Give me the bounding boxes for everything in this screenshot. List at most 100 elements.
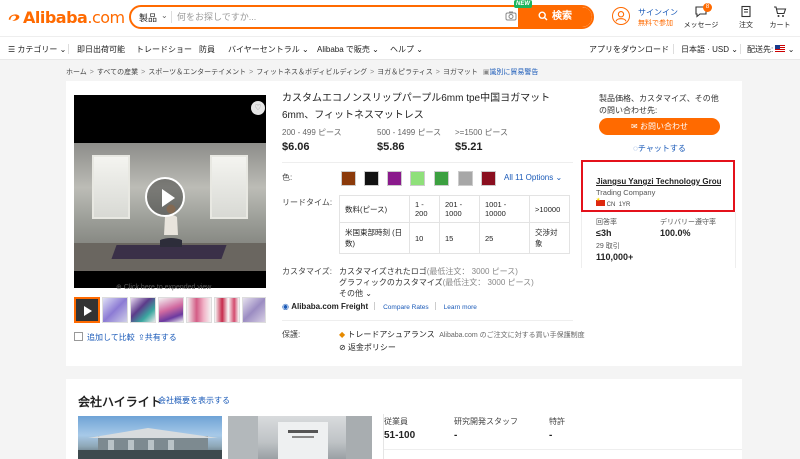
expand-view-link[interactable]: ⊕ Click here to expended view [116,283,211,291]
messages-label: メッセージ [683,22,719,29]
favorite-heart-icon[interactable]: ♡ [251,101,265,115]
signin-link[interactable]: サインイン [638,7,678,18]
nav-divider [673,44,674,54]
company-stat-value: 51-100 [384,430,416,441]
new-badge: NEW [514,0,532,8]
supplier-stat-label: 29 取引 [596,243,620,250]
table-cell: 1 - 200 [409,195,440,223]
play-button[interactable] [145,177,185,217]
breadcrumb-item[interactable]: スポーツ＆エンターテイメント [148,69,246,76]
company-photo-building[interactable] [78,416,222,459]
lobby-illustration [228,416,372,459]
share-link[interactable]: ⇪共有する [138,332,177,343]
nav-download-app[interactable]: アプリをダウンロード [589,44,669,55]
chevron-down-icon: ⌄ [555,173,563,182]
orders-label: 注文 [739,22,753,29]
trade-assurance-row[interactable]: ◆ トレードアシュアランス Alibaba.com のご注文に対する買い手保護制… [339,329,585,340]
nav-item-help[interactable]: ヘルプ ⌄ [390,44,423,55]
nav-item-sell-label: Alibaba で販売 [317,45,370,54]
supplier-name-link[interactable]: Jiangsu Yangzi Technology Group... [596,177,722,186]
supplier-stat-label: 回答率 [596,219,617,226]
price-tier-qty: 500 - 1499 ピース [377,128,442,137]
thumbnail-video[interactable] [74,297,100,323]
camera-icon[interactable] [505,10,517,22]
thumbnail-image[interactable] [186,297,212,323]
alibaba-logo[interactable]: Alibaba.com [7,8,125,27]
product-video[interactable]: ♡ [74,95,266,288]
check-circle-icon: ⊘ [339,343,348,352]
nav-item-ready-to-ship[interactable]: 即日出荷可能 [77,44,125,55]
nav-item-trade-show[interactable]: トレードショー [136,44,192,55]
company-overview-link[interactable]: 会社概要を表示する [158,395,230,406]
cart-icon [774,6,787,17]
customize-more-link[interactable]: その他 ⌄ [339,288,372,299]
inquire-button[interactable]: ✉ お問い合わせ [599,118,720,135]
color-swatch[interactable] [364,171,379,186]
color-swatch[interactable] [481,171,496,186]
nav-item-protection[interactable]: 防員 [199,44,215,55]
share-label: 共有する [144,333,177,342]
nav-divider [68,44,69,54]
price-tier-price: $5.21 [455,141,483,153]
add-to-compare[interactable]: 追加して比較 [74,332,135,343]
top-header: Alibaba.com 製品 ⌄ 検索 NEW サインイン 無料で参加 8 メッ… [0,0,800,36]
all-options-link[interactable]: All 11 Options ⌄ [504,173,562,182]
color-swatch[interactable] [387,171,402,186]
color-swatch[interactable] [458,171,473,186]
thumbnail-image[interactable] [158,297,184,323]
nav-ship-to[interactable]: 配送先: ⌄ [747,44,794,55]
price-tier-price: $5.86 [377,141,405,153]
thumbnail-image[interactable] [130,297,156,323]
breadcrumb: ホーム > すべての産業 > スポーツ＆エンターテイメント > フィットネス＆ボディビルディ… [66,67,538,77]
cart-button[interactable]: カート [762,5,798,30]
learn-more-link[interactable]: Learn more [444,304,477,311]
chevron-down-icon: ⌄ [161,11,168,20]
messages-count-badge: 8 [703,3,712,12]
color-swatch[interactable] [410,171,425,186]
table-cell: 1001 - 10000 [479,195,530,223]
thumbnail-image[interactable] [102,297,128,323]
supplier-stat: デリバリー遵守率 100.0% [660,217,716,238]
refund-policy-row[interactable]: ⊘ 返金ポリシー [339,342,396,353]
breadcrumb-item[interactable]: ホーム [66,69,87,76]
nav-bar: ☰ カテゴリー ⌄ 即日出荷可能 トレードショー 防員 バイヤーセントラル ⌄ … [0,36,800,60]
nav-item-sell[interactable]: Alibaba で販売 ⌄ [317,44,379,55]
refund-policy-label: 返金ポリシー [347,343,396,352]
search-button[interactable]: 検索 [518,7,592,27]
chevron-down-icon: ⌄ [365,289,372,298]
breadcrumb-item[interactable]: ヨガマット [443,69,478,76]
search-input[interactable] [177,9,497,25]
chat-link[interactable]: ◌チャットする [599,143,720,154]
compare-checkbox[interactable] [74,332,83,341]
logo-text: Alibaba [23,8,88,27]
breadcrumb-item[interactable]: ヨガ＆ピラティス [377,69,433,76]
inquire-button-label: お問い合わせ [639,122,688,131]
color-swatch[interactable] [434,171,449,186]
search-divider [171,11,172,23]
breadcrumb-separator: > [370,69,375,76]
messages-button[interactable]: 8 メッセージ [683,3,719,30]
thumbnail-image[interactable] [242,297,266,323]
compare-label: 追加して比較 [87,333,135,342]
customize-option-name: カスタマイズされたロゴ [339,267,427,276]
price-tier-qty: >=1500 ピース [455,128,508,137]
nav-language-currency[interactable]: 日本語 · USD ⌄ [681,44,738,55]
color-swatch[interactable] [341,171,356,186]
thumbnail-image[interactable] [214,297,240,323]
thumbnail-strip [74,297,266,325]
compare-rates-link[interactable]: Compare Rates [383,304,429,311]
building-illustration [78,428,222,459]
orders-button[interactable]: 注文 [728,5,764,30]
company-photo-lobby[interactable] [228,416,372,459]
report-link[interactable]: 識別に貿易警告 [489,69,538,76]
breadcrumb-item[interactable]: フィットネス＆ボディビルディング [256,69,367,76]
nav-item-buyer-central[interactable]: バイヤーセントラル ⌄ [228,44,309,55]
supplier-type: Trading Company [596,188,656,197]
breadcrumb-item[interactable]: すべての産業 [97,69,138,76]
search-category-select[interactable]: 製品 [139,11,157,24]
table-cell: 米国東部時刻 (日数) [339,222,410,254]
company-stat: 特許 - [549,416,565,441]
trade-assurance-note: Alibaba.com のご注文に対する買い手保護制度 [439,332,585,339]
join-free-link[interactable]: 無料で参加 [638,18,673,28]
nav-categories[interactable]: ☰ カテゴリー ⌄ [8,44,66,55]
